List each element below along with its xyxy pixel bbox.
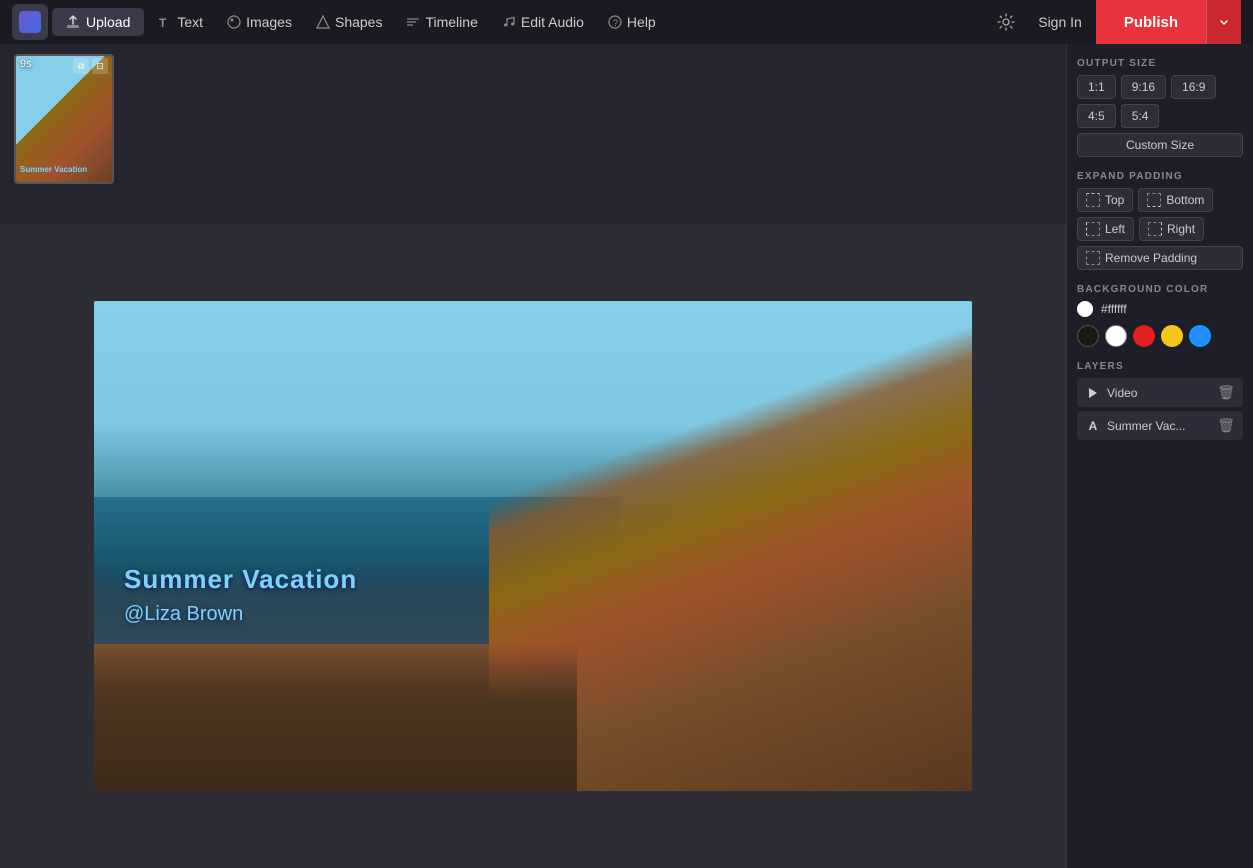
size-16x9-button[interactable]: 16:9 (1171, 75, 1216, 99)
output-size-section: OUTPUT SIZE 1:1 9:16 16:9 4:5 5:4 Custom… (1077, 58, 1243, 157)
color-swatch-white[interactable] (1105, 325, 1127, 347)
edit-audio-nav-button[interactable]: Edit Audio (492, 8, 594, 36)
scene-thumbnail[interactable]: 9s ⧉ ⊡ Summer Vacation (14, 54, 114, 184)
text-layer-name: Summer Vac... (1107, 419, 1211, 433)
canvas-text-overlay: Summer Vacation @Liza Brown (124, 564, 357, 626)
expand-padding-title: EXPAND PADDING (1077, 171, 1243, 182)
signin-button[interactable]: Sign In (1028, 8, 1092, 36)
text-nav-button[interactable]: T Text (148, 8, 213, 36)
help-nav-button[interactable]: ? Help (598, 8, 666, 36)
layer-item-video[interactable]: Video 🗑 (1077, 378, 1243, 407)
size-4x5-button[interactable]: 4:5 (1077, 104, 1116, 128)
scene-title-overlay: Summer Vacation (20, 165, 87, 174)
header: Upload T Text Images Shapes Timeline Edi… (0, 0, 1253, 44)
custom-size-button[interactable]: Custom Size (1077, 133, 1243, 157)
canvas-subtitle: @Liza Brown (124, 603, 357, 626)
color-swatches (1077, 325, 1243, 347)
right-panel: OUTPUT SIZE 1:1 9:16 16:9 4:5 5:4 Custom… (1066, 44, 1253, 868)
images-nav-button[interactable]: Images (217, 8, 302, 36)
svg-text:T: T (159, 16, 167, 29)
active-color-row: #ffffff (1077, 301, 1243, 317)
padding-top-button[interactable]: Top (1077, 188, 1133, 212)
color-hex-label: #ffffff (1101, 302, 1127, 316)
canvas-area: Summer Vacation @Liza Brown (0, 224, 1066, 868)
svg-text:?: ? (613, 18, 618, 28)
color-swatch-red[interactable] (1133, 325, 1155, 347)
padding-bottom-icon (1147, 193, 1161, 207)
text-layer-delete[interactable]: 🗑 (1217, 417, 1235, 434)
scene-duration-label: 9s (20, 58, 32, 70)
remove-padding-button[interactable]: Remove Padding (1077, 246, 1243, 270)
layer-item-text[interactable]: A Summer Vac... 🗑 (1077, 411, 1243, 440)
color-swatch-black[interactable] (1077, 325, 1099, 347)
padding-left-button[interactable]: Left (1077, 217, 1134, 241)
padding-top-icon (1086, 193, 1100, 207)
upload-button[interactable]: Upload (52, 8, 144, 36)
remove-padding-icon (1086, 251, 1100, 265)
settings-button[interactable] (988, 4, 1024, 40)
active-color-swatch[interactable] (1077, 301, 1093, 317)
color-swatch-blue[interactable] (1189, 325, 1211, 347)
padding-right-icon (1148, 222, 1162, 236)
expand-padding-section: EXPAND PADDING Top Bottom Left Right (1077, 171, 1243, 270)
background-color-section: BACKGROUND COLOR #ffffff (1077, 284, 1243, 347)
output-size-grid: 1:1 9:16 16:9 4:5 5:4 Custom Size (1077, 75, 1243, 157)
background-color-title: BACKGROUND COLOR (1077, 284, 1243, 295)
left-panel: 9s ⧉ ⊡ Summer Vacation + + Add Scene (0, 44, 1066, 868)
canvas-title: Summer Vacation (124, 564, 357, 595)
text-layer-icon: A (1085, 418, 1101, 434)
video-layer-icon (1085, 385, 1101, 401)
layers-title: LAYERS (1077, 361, 1243, 372)
scene-copy-icon[interactable]: ⧉ (73, 58, 89, 74)
layers-section: LAYERS Video 🗑 A Summer Vac... 🗑 (1077, 361, 1243, 440)
shapes-nav-button[interactable]: Shapes (306, 8, 392, 36)
layers-list: Video 🗑 A Summer Vac... 🗑 (1077, 378, 1243, 440)
publish-area: Publish (1096, 0, 1241, 44)
publish-dropdown-button[interactable] (1206, 0, 1241, 44)
padding-bottom-button[interactable]: Bottom (1138, 188, 1213, 212)
size-1x1-button[interactable]: 1:1 (1077, 75, 1116, 99)
output-size-title: OUTPUT SIZE (1077, 58, 1243, 69)
color-swatch-yellow[interactable] (1161, 325, 1183, 347)
size-9x16-button[interactable]: 9:16 (1121, 75, 1166, 99)
padding-grid: Top Bottom Left Right Remove Padding (1077, 188, 1243, 270)
padding-right-button[interactable]: Right (1139, 217, 1204, 241)
canvas-frame[interactable]: Summer Vacation @Liza Brown (94, 301, 972, 791)
video-layer-name: Video (1107, 386, 1211, 400)
padding-left-icon (1086, 222, 1100, 236)
scenes-strip: 9s ⧉ ⊡ Summer Vacation + + Add Scene (0, 44, 1066, 224)
scene-delete-icon[interactable]: ⊡ (92, 58, 108, 74)
publish-button[interactable]: Publish (1096, 0, 1206, 44)
logo-button[interactable] (12, 4, 48, 40)
size-5x4-button[interactable]: 5:4 (1121, 104, 1160, 128)
main-layout: 9s ⧉ ⊡ Summer Vacation + + Add Scene (0, 44, 1253, 868)
video-layer-delete[interactable]: 🗑 (1217, 384, 1235, 401)
timeline-nav-button[interactable]: Timeline (396, 8, 487, 36)
